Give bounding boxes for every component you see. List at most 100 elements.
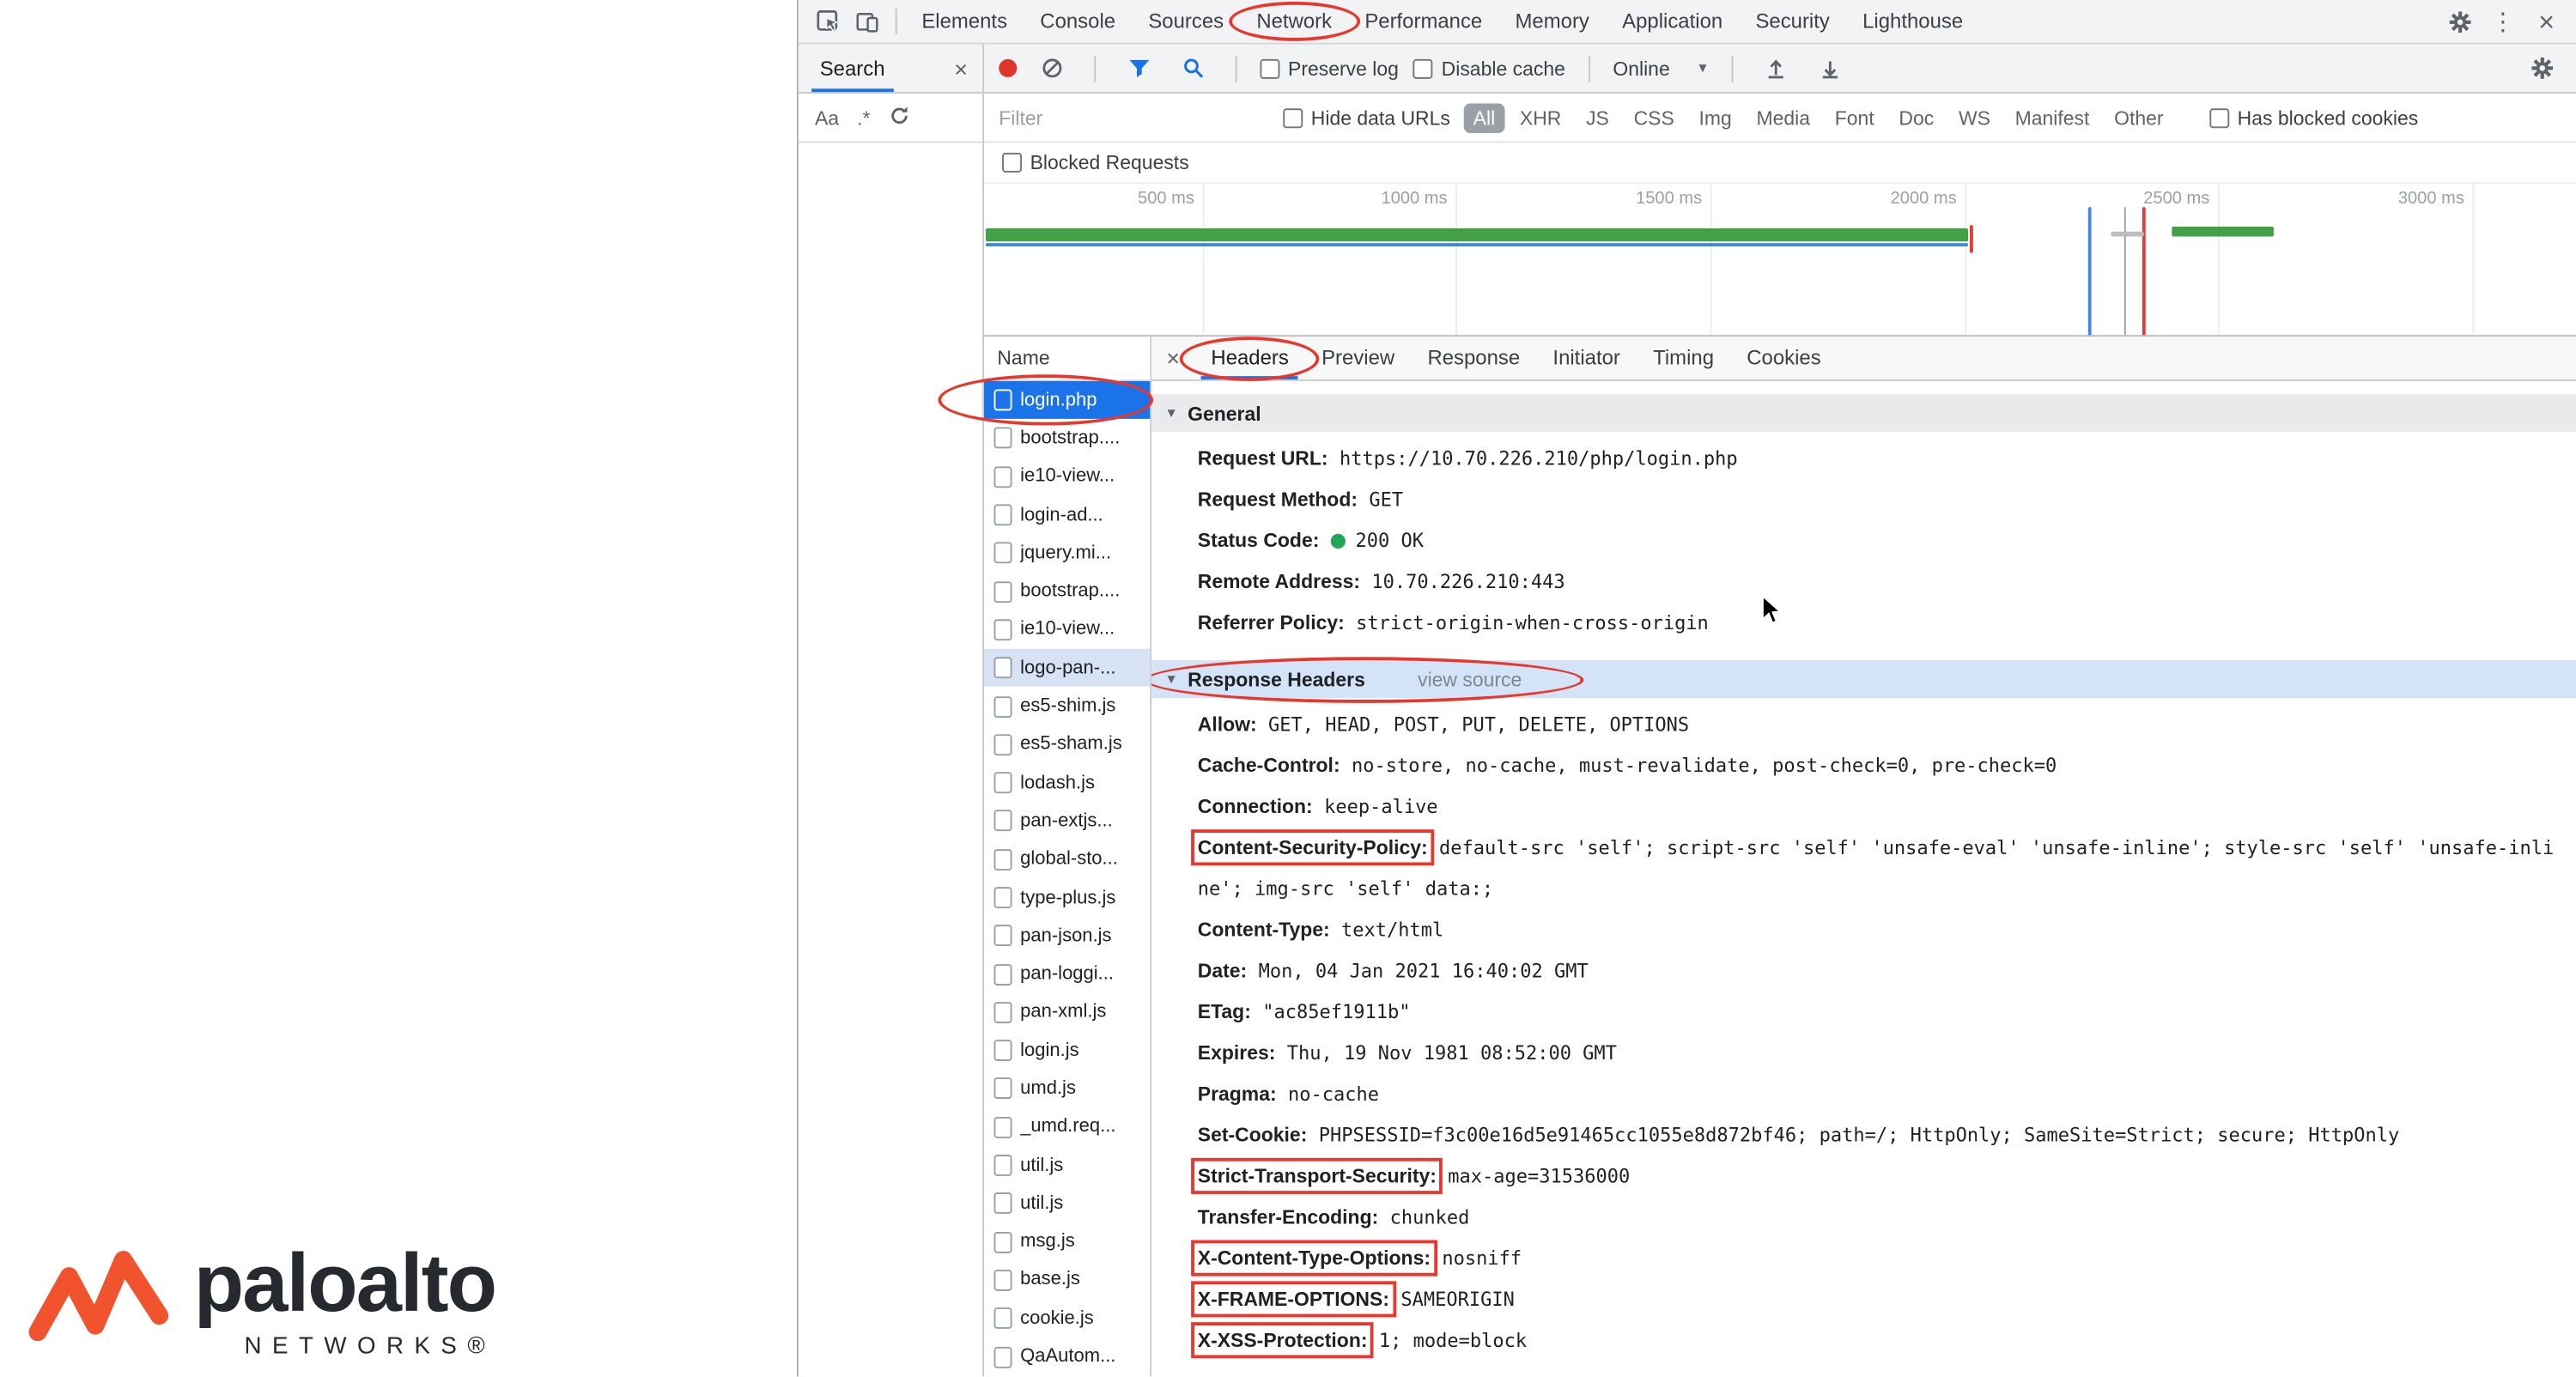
request-name: pan-extjs... — [1020, 811, 1140, 831]
main-tab[interactable]: Network — [1240, 0, 1348, 43]
header-row: Content-Type:text/html — [1198, 910, 2556, 951]
request-row[interactable]: util.js — [984, 1185, 1150, 1223]
checkbox[interactable] — [1260, 58, 1279, 78]
request-row[interactable]: pan-loggi... — [984, 955, 1150, 993]
filter-funnel-icon[interactable] — [1119, 52, 1158, 84]
resource-filter-pill[interactable]: XHR — [1510, 103, 1571, 132]
main-tab[interactable]: Lighthouse — [1846, 0, 1979, 43]
requests-column-header[interactable]: Name — [984, 337, 1150, 381]
request-row[interactable]: type-plus.js — [984, 878, 1150, 917]
hide-data-urls-checkbox[interactable]: Hide data URLs — [1283, 106, 1450, 129]
blocked-requests-checkbox[interactable]: Blocked Requests — [1002, 151, 1189, 174]
resource-filter-pill[interactable]: Img — [1689, 103, 1741, 132]
details-tab[interactable]: Headers — [1194, 337, 1305, 379]
request-row[interactable]: util.js — [984, 1146, 1150, 1185]
request-row[interactable]: lodash.js — [984, 764, 1150, 803]
import-har-icon[interactable] — [1757, 52, 1796, 84]
file-icon — [994, 734, 1012, 755]
resource-filter-pill[interactable]: CSS — [1624, 103, 1684, 132]
request-row[interactable]: es5-shim.js — [984, 687, 1150, 725]
resource-filter-pill[interactable]: JS — [1577, 103, 1619, 132]
checkbox[interactable] — [1002, 153, 1022, 173]
response-headers-section-header[interactable]: ▼ Response Headers view source — [1151, 660, 2576, 698]
disable-cache-label: Disable cache — [1442, 57, 1565, 80]
network-overview[interactable]: 500 ms 1000 ms 1500 ms 2000 ms 2500 ms 3… — [984, 184, 2576, 337]
request-name: global-sto... — [1020, 850, 1140, 870]
checkbox[interactable] — [1413, 58, 1433, 78]
tick-label: 2500 ms — [2143, 189, 2218, 209]
close-devtools-icon[interactable]: × — [2527, 8, 2567, 36]
details-tab[interactable]: Timing — [1637, 337, 1730, 379]
resource-filter-pill[interactable]: All — [1463, 103, 1504, 132]
details-tab[interactable]: Cookies — [1730, 337, 1838, 379]
record-network-log-button[interactable] — [999, 59, 1017, 77]
network-settings-gear-icon[interactable] — [2522, 52, 2561, 84]
file-icon — [994, 1307, 1012, 1329]
request-row[interactable]: login-ad... — [984, 496, 1150, 535]
request-row[interactable]: ie10-view... — [984, 610, 1150, 649]
clear-network-log-icon[interactable] — [1032, 52, 1072, 84]
header-value: GET — [1369, 488, 1403, 511]
checkbox[interactable] — [2209, 107, 2229, 127]
preserve-log-checkbox[interactable]: Preserve log — [1260, 57, 1398, 80]
details-tab[interactable]: Response — [1411, 337, 1536, 379]
main-tab[interactable]: Security — [1739, 0, 1846, 43]
inspect-element-icon[interactable] — [808, 5, 848, 38]
paloalto-logo: paloalto NETWORKS® — [27, 1234, 496, 1360]
details-tab[interactable]: Initiator — [1536, 337, 1637, 379]
header-name: Content-Security-Policy: — [1198, 836, 1428, 859]
request-row[interactable]: cookie.js — [984, 1300, 1150, 1338]
header-name: Request URL: — [1198, 446, 1328, 470]
match-case-button[interactable]: Aa — [815, 106, 839, 129]
request-row[interactable]: bootstrap.... — [984, 419, 1150, 458]
request-row[interactable]: login.php — [984, 381, 1150, 420]
request-row[interactable]: logo-pan-... — [984, 649, 1150, 688]
request-row[interactable]: bootstrap.... — [984, 573, 1150, 611]
resource-filter-pill[interactable]: Font — [1825, 103, 1884, 132]
view-source-link[interactable]: view source — [1418, 668, 1522, 691]
request-row[interactable]: _umd.req... — [984, 1108, 1150, 1147]
settings-gear-icon[interactable] — [2439, 5, 2479, 38]
gridline — [1710, 184, 1712, 335]
request-row[interactable]: ie10-view... — [984, 458, 1150, 496]
close-details-icon[interactable]: × — [1151, 345, 1194, 372]
resource-filter-pill[interactable]: WS — [1948, 103, 2000, 132]
more-options-icon[interactable]: ⋮ — [2479, 9, 2526, 34]
filter-input[interactable] — [999, 106, 1270, 129]
request-row[interactable]: pan-json.js — [984, 917, 1150, 955]
main-tab[interactable]: Performance — [1348, 0, 1498, 43]
search-close-icon[interactable]: × — [939, 55, 982, 82]
resource-filter-pill[interactable]: Manifest — [2005, 103, 2099, 132]
request-row[interactable]: base.js — [984, 1261, 1150, 1300]
throttling-select[interactable]: Online ▼ — [1613, 57, 1709, 80]
request-row[interactable]: QaAutom... — [984, 1338, 1150, 1376]
main-tab[interactable]: Console — [1024, 0, 1132, 43]
request-row[interactable]: es5-sham.js — [984, 725, 1150, 764]
resource-filter-pill[interactable]: Doc — [1889, 103, 1944, 132]
request-row[interactable]: umd.js — [984, 1070, 1150, 1108]
request-row[interactable]: pan-extjs... — [984, 802, 1150, 840]
request-row[interactable]: global-sto... — [984, 840, 1150, 879]
has-blocked-cookies-checkbox[interactable]: Has blocked cookies — [2209, 106, 2418, 129]
search-icon[interactable] — [1173, 52, 1212, 84]
request-row[interactable]: login.js — [984, 1032, 1150, 1071]
request-name: jquery.mi... — [1020, 543, 1140, 563]
device-toolbar-icon[interactable] — [848, 5, 887, 38]
regex-button[interactable]: .* — [857, 106, 870, 129]
request-row[interactable]: pan-xml.js — [984, 993, 1150, 1032]
refresh-icon[interactable] — [889, 104, 910, 130]
main-tab[interactable]: Application — [1606, 0, 1739, 43]
checkbox[interactable] — [1283, 107, 1303, 127]
tab-search[interactable]: Search — [799, 45, 907, 92]
request-row[interactable]: jquery.mi... — [984, 534, 1150, 573]
main-tab[interactable]: Memory — [1498, 0, 1606, 43]
disable-cache-checkbox[interactable]: Disable cache — [1413, 57, 1565, 80]
details-tab[interactable]: Preview — [1305, 337, 1411, 379]
main-tab[interactable]: Sources — [1132, 0, 1240, 43]
resource-filter-pill[interactable]: Media — [1747, 103, 1820, 132]
general-section-header[interactable]: ▼ General — [1151, 394, 2576, 432]
request-row[interactable]: msg.js — [984, 1222, 1150, 1261]
export-har-icon[interactable] — [1811, 52, 1850, 84]
main-tab[interactable]: Elements — [905, 0, 1024, 43]
resource-filter-pill[interactable]: Other — [2105, 103, 2173, 132]
